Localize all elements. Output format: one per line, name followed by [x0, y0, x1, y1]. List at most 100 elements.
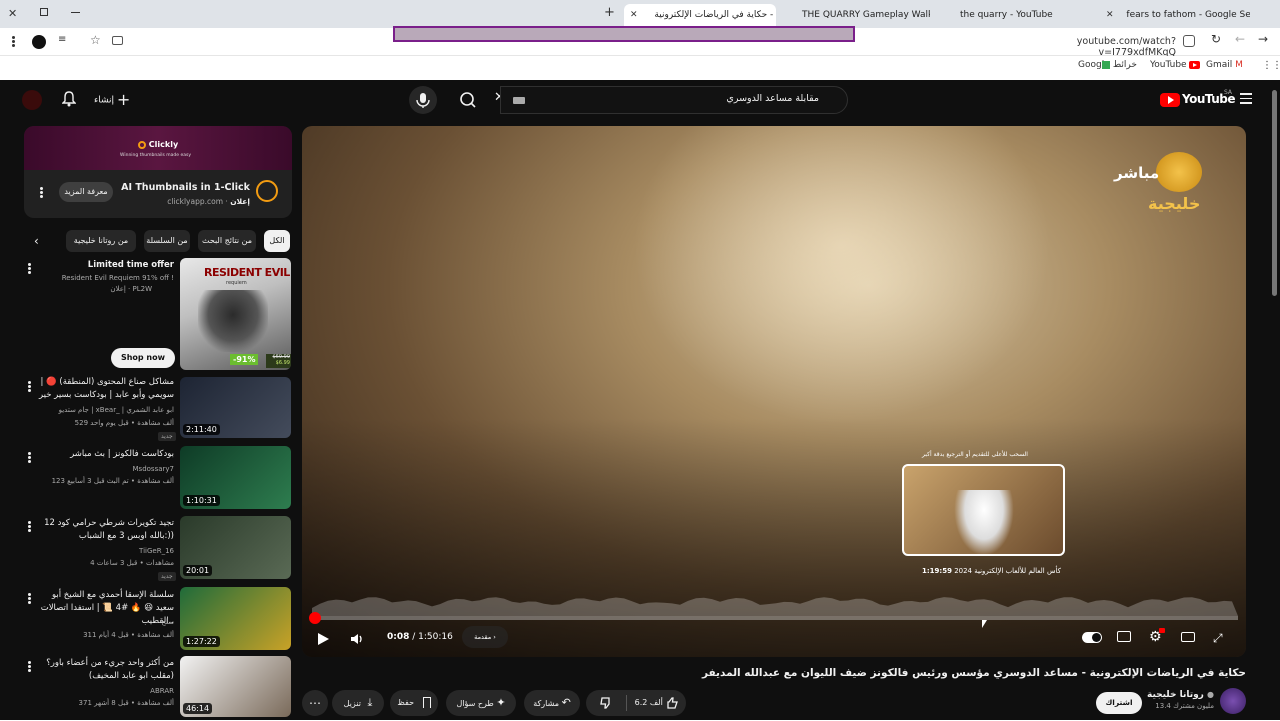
video-channel[interactable]: جام ستديو | xBear_ | ابو عابد الشمري — [34, 405, 174, 416]
youtube-logo[interactable]: YouTube SA — [1160, 91, 1226, 109]
keyboard-icon[interactable] — [513, 97, 525, 104]
chip-search-results[interactable]: من نتائج البحث — [198, 230, 256, 252]
video-channel[interactable]: ABRAR — [34, 686, 174, 697]
shop-now-button[interactable]: Shop now — [111, 348, 175, 368]
bookmark-icon — [423, 697, 431, 708]
guide-menu-icon[interactable] — [1240, 93, 1252, 105]
video-menu-icon[interactable] — [26, 660, 32, 674]
playlist-icon[interactable]: ≡ — [58, 34, 66, 45]
chip-channel[interactable]: من روتانا خليجية — [66, 230, 136, 252]
video-menu-icon[interactable] — [26, 451, 32, 465]
ask-label: طرح سؤال — [456, 699, 493, 708]
learn-more-button[interactable]: معرفة المزيد — [59, 182, 113, 202]
ad-card[interactable]: Clickly Winning thumbnails made easy AI … — [24, 126, 292, 218]
site-settings-icon[interactable] — [1183, 35, 1195, 47]
more-actions-button[interactable]: ⋯ — [302, 690, 328, 716]
video-menu-icon[interactable] — [26, 520, 32, 534]
promo-thumbnail[interactable]: RESIDENT EVIL requiem -91% $69.99 $6.99 — [180, 258, 291, 370]
clickly-logo-icon — [138, 141, 146, 149]
autoplay-toggle[interactable] — [1082, 632, 1102, 643]
video-title[interactable]: مشاكل صناع المحتوى (المنطقة) 🔴 | سويمي و… — [34, 376, 174, 402]
page-scrollbar[interactable] — [1272, 90, 1277, 296]
download-button[interactable]: تنزيل ⤓ — [332, 690, 384, 716]
video-thumbnail[interactable]: 46:14 — [180, 656, 291, 717]
video-thumbnail[interactable]: 1:27:22 — [180, 587, 291, 650]
fullscreen-icon[interactable]: ⤢ — [1213, 631, 1223, 646]
video-player[interactable]: مباشر خليجية السحب للأعلى للتقديم أو الت… — [302, 126, 1246, 657]
restore-icon[interactable] — [40, 8, 48, 16]
video-menu-icon[interactable] — [26, 380, 32, 394]
video-channel[interactable]: سلح — [34, 617, 174, 628]
progress-bar[interactable] — [312, 616, 1238, 620]
video-thumbnail[interactable]: 1:10:31 — [180, 446, 291, 509]
tab-google-search[interactable]: ✕ fears to fathom - Google Search — [1100, 4, 1250, 26]
url-field[interactable]: youtube.com/watch?v=I779xdfMKqQ — [1000, 36, 1176, 58]
ad-menu-icon[interactable] — [38, 186, 44, 200]
video-title[interactable]: تجيد تكويرات شرطي حرامي كود 12 بالله اوب… — [34, 517, 174, 543]
menu-dots-icon[interactable]: ✕ — [8, 7, 22, 21]
video-channel[interactable]: TiiGeR_16 — [34, 546, 174, 557]
close-tab-icon[interactable]: ✕ — [630, 10, 638, 20]
rotana-logo: مباشر خليجية — [1114, 152, 1224, 222]
browser-menu-icon[interactable] — [12, 35, 16, 49]
video-channel[interactable]: Msdossary7 — [34, 464, 174, 475]
chips-scroll-left-icon[interactable]: ‹ — [34, 234, 39, 248]
tab-quarry-gameplay[interactable]: THE QUARRY Gameplay Walkth — [780, 4, 930, 26]
video-menu-icon[interactable] — [26, 592, 32, 606]
voice-search-button[interactable] — [409, 86, 437, 114]
minimize-icon[interactable] — [71, 12, 80, 13]
seek-hint: السحب للأعلى للتقديم أو الترجيع بدقة أكب… — [922, 451, 1028, 458]
progress-scrubber[interactable] — [309, 612, 321, 624]
save-button[interactable]: حفظ — [390, 690, 438, 716]
search-button[interactable] — [448, 86, 488, 114]
promo-menu-icon[interactable] — [26, 262, 32, 276]
promo-discount: -91% — [230, 354, 258, 365]
new-tab-icon[interactable]: + — [604, 5, 615, 20]
tab-quarry-search[interactable]: the quarry - YouTube — [936, 4, 1096, 26]
ad-banner[interactable]: Clickly Winning thumbnails made easy — [24, 126, 292, 170]
video-thumbnail[interactable]: 2:11:40 — [180, 377, 291, 438]
create-button[interactable]: إنشاء + — [94, 90, 134, 110]
reload-icon[interactable]: ↻ — [1211, 32, 1221, 46]
notifications-bell-icon[interactable] — [62, 91, 76, 107]
bookmark-gmail[interactable]: Gmail M — [1206, 60, 1243, 70]
ask-button[interactable]: طرح سؤال ✦ — [446, 690, 516, 716]
play-button[interactable] — [318, 631, 332, 647]
chip-series[interactable]: من السلسلة — [144, 230, 190, 252]
ad-sponsor: إعلان — [230, 197, 250, 206]
video-meta: 371 ألف مشاهدة • قبل 8 أشهر — [34, 698, 174, 709]
chip-all[interactable]: الكل — [264, 230, 290, 252]
subtitles-icon[interactable] — [1117, 631, 1131, 642]
like-button[interactable]: 6.2 ألف — [628, 690, 686, 716]
video-title[interactable]: بودكاست فالكونز | بث مباشر — [34, 448, 174, 461]
channel-avatar[interactable] — [1220, 688, 1246, 714]
profile-avatar[interactable] — [32, 35, 46, 49]
account-avatar[interactable] — [22, 90, 42, 110]
close-tab-icon[interactable]: ✕ — [1106, 10, 1114, 20]
bookmark-star-icon[interactable]: ☆ — [90, 33, 101, 47]
video-title[interactable]: من أكثر واحد جريء من أعضاء باور؟ (مقلب ا… — [34, 657, 174, 683]
tab-active[interactable]: ✕ حكاية في الرياضات الإلكترونية - — [624, 4, 776, 26]
apps-grid-icon[interactable]: ⋮⋮ — [1262, 60, 1280, 71]
share-label: مشاركة — [533, 699, 559, 708]
theater-mode-icon[interactable] — [1181, 632, 1195, 642]
back-icon[interactable]: → — [1258, 32, 1268, 46]
volume-button[interactable] — [350, 631, 364, 645]
dislike-button[interactable] — [586, 690, 626, 716]
find-bar-overlay[interactable] — [393, 26, 855, 42]
screenshot-icon[interactable] — [112, 36, 123, 45]
promo-title: Limited time offer — [88, 260, 174, 270]
tab-title: حكاية في الرياضات الإلكترونية - — [654, 10, 773, 20]
sparkle-icon: ✦ — [496, 696, 505, 709]
video-thumbnail[interactable]: 20:01 — [180, 516, 291, 579]
promo-sponsor: إعلان · PL2W — [110, 285, 152, 293]
search-input[interactable]: مقابلة مساعد الدوسري — [726, 93, 819, 104]
bookmark-youtube[interactable]: YouTube — [1150, 60, 1200, 70]
chapter-button[interactable]: مقدمة › — [462, 626, 508, 648]
bookmark-maps[interactable]: خرائط — [1102, 60, 1137, 70]
channel-info[interactable]: روتانا خليجية ● 13.4 مليون مشترك — [1147, 690, 1214, 710]
forward-icon[interactable]: ← — [1235, 32, 1245, 46]
ad-domain: clicklyapp.com — [167, 197, 223, 206]
share-button[interactable]: مشاركة ↶ — [524, 690, 580, 716]
subscribe-button[interactable]: اشتراك — [1096, 692, 1142, 714]
